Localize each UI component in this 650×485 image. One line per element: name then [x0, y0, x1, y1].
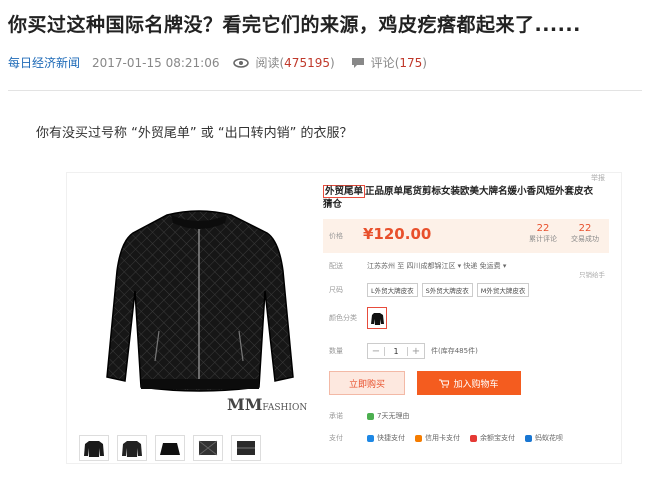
comment-count[interactable]: 评论(175) — [351, 54, 427, 71]
read-number: 475195 — [284, 55, 330, 70]
size-row: 尺码 L外贸大牌皮衣 S外贸大牌皮衣 M外贸大牌皮衣 — [329, 283, 533, 297]
shipping-row: 配送 江苏苏州 至 四川成都锦江区 ▾ 快递 免运费 ▾ — [329, 261, 506, 271]
eye-icon — [233, 57, 250, 68]
brand-watermark: MMFASHION — [227, 395, 308, 414]
product-info-panel: 举报 外贸尾单 正品原单尾货剪标女装欧美大牌名媛小香风短外套皮衣 猜仓 价格 ¥1… — [323, 173, 613, 465]
comment-icon — [351, 57, 364, 68]
thumbnail[interactable] — [117, 435, 147, 461]
article-date: 2017-01-15 08:21:06 — [92, 55, 220, 70]
thumbnail[interactable] — [79, 435, 109, 461]
payment-row: 支付 快捷支付 信用卡支付 余额宝支付 蚂蚁花呗 — [329, 433, 573, 443]
color-row: 颜色分类 — [329, 307, 387, 329]
shipping-label: 配送 — [329, 262, 343, 270]
side-note: 只销给手 — [579, 271, 605, 279]
comment-number: 175 — [399, 55, 423, 70]
payment-option: 快捷支付 — [367, 433, 405, 443]
size-option[interactable]: L外贸大牌皮衣 — [367, 283, 418, 297]
huabei-icon — [525, 434, 532, 442]
product-image — [79, 181, 319, 421]
comment-label: 评论 — [370, 56, 395, 70]
stock-text: 件(库存485件) — [431, 347, 478, 355]
thumbnail[interactable] — [231, 435, 261, 461]
price-label: 价格 — [329, 232, 343, 240]
read-count: 阅读(475195) — [233, 54, 335, 71]
size-option[interactable]: S外贸大牌皮衣 — [421, 283, 473, 297]
quantity-stepper[interactable]: − 1 + — [367, 343, 425, 359]
thumbnail[interactable] — [193, 435, 223, 461]
yuebao-icon — [470, 434, 477, 442]
promise-label: 承诺 — [329, 412, 343, 420]
quick-pay-icon — [367, 434, 374, 442]
title-line2: 猜仓 — [323, 199, 343, 210]
credit-card-icon — [415, 434, 422, 442]
read-label: 阅读 — [255, 56, 280, 70]
promise-icon — [367, 412, 374, 420]
article-meta: 每日经济新闻 2017-01-15 08:21:06 阅读(475195) 评论… — [8, 54, 443, 71]
thumbnail[interactable] — [155, 435, 185, 461]
qty-label: 数量 — [329, 347, 343, 355]
qty-decrease-button[interactable]: − — [368, 346, 384, 357]
payment-option: 蚂蚁花呗 — [525, 433, 563, 443]
title-rest: 正品原单尾货剪标女装欧美大牌名媛小香风短外套皮衣 — [365, 186, 594, 197]
size-option[interactable]: M外贸大牌皮衣 — [476, 283, 530, 297]
add-to-cart-button[interactable]: 加入购物车 — [417, 371, 521, 395]
shipping-selector[interactable]: 江苏苏州 至 四川成都锦江区 ▾ 快递 免运费 ▾ — [367, 261, 506, 271]
header-divider — [8, 90, 642, 91]
report-link[interactable]: 举报 — [591, 173, 605, 183]
article-title: 你买过这种国际名牌没？看完它们的来源，鸡皮疙瘩都起来了...... — [8, 14, 581, 36]
color-swatch-black[interactable] — [367, 307, 387, 329]
size-label: 尺码 — [329, 286, 343, 294]
thumbnail-strip — [79, 435, 261, 461]
promise-row: 承诺 7天无理由 — [329, 411, 409, 421]
color-label: 颜色分类 — [329, 314, 357, 322]
reviews-stat[interactable]: 22 累计评论 — [529, 223, 557, 244]
add-to-cart-label: 加入购物车 — [453, 379, 499, 390]
title-highlight-box: 外贸尾单 — [323, 185, 366, 198]
price-value: ¥120.00 — [363, 225, 432, 243]
qty-input[interactable]: 1 — [384, 346, 408, 356]
price-box: 价格 ¥120.00 22 累计评论 22 交易成功 — [323, 219, 609, 253]
buy-now-button[interactable]: 立即购买 — [329, 371, 405, 395]
qty-increase-button[interactable]: + — [408, 346, 424, 357]
article-lead-paragraph: 你有没买过号称 “外贸尾单” 或 “出口转内销” 的衣服？ — [36, 126, 353, 141]
payment-option: 余额宝支付 — [470, 433, 515, 443]
payment-label: 支付 — [329, 434, 343, 442]
product-screenshot: MMFASHION 举报 外贸尾单 正品原单尾货剪标女装欧美大牌名媛小香风短外套皮… — [66, 172, 622, 464]
promise-text: 7天无理由 — [377, 412, 410, 420]
sales-stat: 22 交易成功 — [571, 223, 599, 243]
article-source-link[interactable]: 每日经济新闻 — [8, 54, 80, 71]
cart-icon — [439, 379, 450, 388]
quantity-row: 数量 − 1 + 件(库存485件) — [329, 343, 478, 359]
payment-option: 信用卡支付 — [415, 433, 460, 443]
leather-jacket-image — [106, 210, 294, 392]
product-title: 外贸尾单 正品原单尾货剪标女装欧美大牌名媛小香风短外套皮衣 猜仓 — [323, 185, 613, 211]
